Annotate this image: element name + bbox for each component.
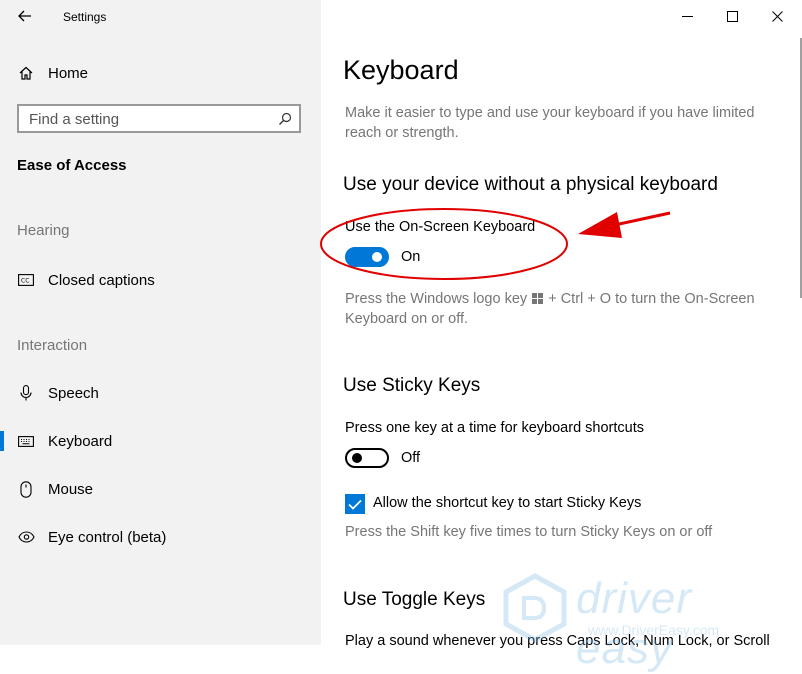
sticky-keys-toggle[interactable] bbox=[345, 448, 389, 468]
sidebar-item-mouse[interactable]: Mouse bbox=[0, 469, 321, 509]
osk-help-text: Press the Windows logo key + Ctrl + O to… bbox=[345, 289, 775, 329]
sticky-checkbox-label[interactable]: Allow the shortcut key to start Sticky K… bbox=[373, 495, 641, 511]
sidebar-item-label: Home bbox=[48, 64, 89, 82]
sticky-help-text: Press the Shift key five times to turn S… bbox=[345, 524, 713, 540]
section-heading-interaction: Interaction bbox=[17, 337, 88, 354]
page-description: Make it easier to type and use your keyb… bbox=[345, 105, 755, 141]
sidebar-item-keyboard[interactable]: Keyboard bbox=[0, 421, 321, 461]
close-button[interactable] bbox=[754, 0, 800, 32]
back-arrow-icon bbox=[18, 10, 31, 22]
page-title: Keyboard bbox=[343, 55, 459, 85]
sticky-shortcut-checkbox[interactable] bbox=[345, 494, 365, 514]
section-heading-sticky-keys: Use Sticky Keys bbox=[343, 375, 481, 396]
sidebar-item-label: Eye control (beta) bbox=[48, 528, 167, 546]
maximize-button[interactable] bbox=[709, 0, 755, 32]
section-heading-hearing: Hearing bbox=[17, 222, 70, 239]
annotation-arrow-head bbox=[578, 212, 622, 238]
sticky-toggle-state: Off bbox=[401, 450, 421, 466]
maximize-icon bbox=[726, 10, 738, 22]
minimize-button[interactable] bbox=[664, 0, 710, 32]
windows-logo-icon bbox=[532, 293, 544, 304]
window-title: Settings bbox=[63, 10, 107, 24]
microphone-icon bbox=[17, 384, 35, 402]
back-button[interactable] bbox=[12, 5, 38, 27]
section-heading-on-screen-keyboard: Use your device without a physical keybo… bbox=[343, 174, 718, 195]
annotation-arrow-shaft bbox=[609, 211, 671, 228]
sticky-setting-label: Press one key at a time for keyboard sho… bbox=[345, 420, 644, 436]
mouse-icon bbox=[17, 480, 35, 498]
eye-control-icon bbox=[17, 528, 35, 546]
sidebar-item-eye-control[interactable]: Eye control (beta) bbox=[0, 517, 321, 557]
keyboard-icon bbox=[17, 432, 35, 450]
section-heading-toggle-keys: Use Toggle Keys bbox=[343, 589, 486, 610]
watermark: driver easy www.DriverEasy.com bbox=[500, 572, 802, 673]
sidebar-item-label: Closed captions bbox=[48, 271, 155, 289]
sidebar-item-label: Speech bbox=[48, 384, 99, 402]
search-box[interactable] bbox=[17, 104, 301, 133]
checkmark-icon bbox=[348, 499, 362, 510]
closed-captions-icon: CC bbox=[17, 271, 35, 289]
sidebar-item-home[interactable]: Home bbox=[0, 53, 321, 93]
watermark-url: www.DriverEasy.com bbox=[588, 622, 720, 638]
osk-toggle-state: On bbox=[401, 249, 421, 265]
toggle-knob bbox=[372, 252, 382, 262]
driver-easy-logo-icon bbox=[503, 573, 567, 643]
home-icon bbox=[17, 64, 35, 82]
scrollbar[interactable] bbox=[798, 0, 802, 645]
search-input[interactable] bbox=[29, 110, 269, 128]
sidebar-item-label: Mouse bbox=[48, 480, 94, 498]
close-icon bbox=[771, 10, 783, 22]
sidebar-item-label: Keyboard bbox=[48, 432, 113, 450]
sidebar-item-speech[interactable]: Speech bbox=[0, 373, 321, 413]
osk-toggle[interactable] bbox=[345, 247, 389, 267]
osk-setting-label: Use the On-Screen Keyboard bbox=[345, 219, 536, 235]
toggle-knob bbox=[352, 453, 362, 463]
svg-text:CC: CC bbox=[21, 278, 29, 285]
category-title: Ease of Access bbox=[17, 157, 127, 174]
sidebar: Settings Home Ease of Access Hearing CC … bbox=[0, 0, 321, 645]
search-icon[interactable] bbox=[278, 112, 292, 131]
minimize-icon bbox=[681, 15, 693, 17]
osk-help-pre: Press the Windows logo key bbox=[345, 291, 528, 307]
sidebar-item-closed-captions[interactable]: CC Closed captions bbox=[0, 260, 321, 300]
